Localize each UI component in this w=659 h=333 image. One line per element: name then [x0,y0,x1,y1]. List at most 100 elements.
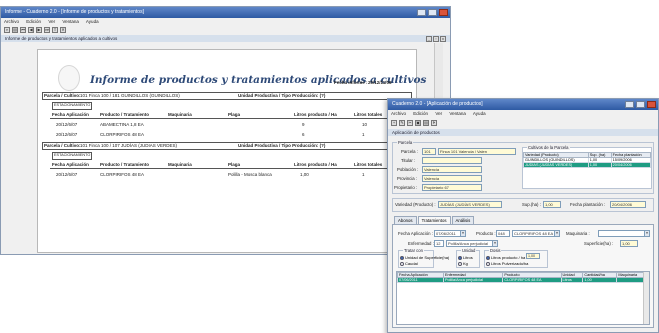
radio-litros-producto[interactable]: Litros producto / ha [486,255,525,260]
propietario-field[interactable]: Propietario 67 [422,184,482,191]
titular-label: Titular : [401,158,416,163]
fecha-plantacion-field[interactable]: 20/04/2006 [610,201,646,208]
inner-restore-button[interactable]: ▫ [433,36,439,42]
radio-litros[interactable]: Litros [458,255,473,260]
producto-code-field[interactable]: 048 [496,230,510,237]
menu-ayuda[interactable]: Ayuda [86,19,99,24]
maquinaria-select[interactable]: ▾ [598,230,650,237]
radio-kg[interactable]: Kg [458,261,468,266]
fecha-plantacion-label: Fecha plantación : [570,202,606,207]
menu-edicion[interactable]: Edición [26,19,41,24]
s2-row1-plaga: Polilla - Mosca blanca [228,172,272,177]
form-menu-archivo[interactable]: Archivo [391,111,406,116]
form-menu-ventana[interactable]: Ventana [449,111,466,116]
edit-icon[interactable]: ✎ [399,119,405,126]
grid-cell-unidad: Litros [560,277,584,283]
section-2-unidad-label: Unidad Productiva / Tipo Producción: (?) [238,143,326,148]
cultivos-row-selected[interactable]: JUDÍAS (JUDÍAS VERDES) 1,00 20/04/2006 [523,162,652,168]
chevron-down-icon[interactable]: ▾ [460,231,465,236]
form-toolbar: + ✎ ✂ ▣ ▤ ⏵ [388,118,658,127]
save-icon[interactable]: ▣ [415,119,421,126]
chevron-down-icon[interactable]: ▾ [554,231,559,236]
form-menubar: Archivo Edición Ver Ventana Ayuda [388,110,658,117]
table-row[interactable]: 07/06/2011 Polilla/Anca perjudicial CLOR… [397,277,649,283]
parcela-name-field[interactable]: Finca 101 Valencia / Valen [438,148,516,155]
radio-litros-producto-label: Litros producto / ha [491,255,526,260]
s1-row1-litros-ha: 9 [302,122,305,127]
print-icon[interactable]: ▤ [423,119,429,126]
menu-archivo[interactable]: Archivo [4,19,19,24]
cultivos-group: Cultivos de la Parcela Variedad (Product… [522,145,652,189]
fecha-aplicacion-field[interactable]: 07/06/2011 ▾ [434,230,466,237]
minimize-button[interactable] [417,9,426,16]
last-page-icon[interactable]: ⏭ [44,26,50,33]
close-icon[interactable]: ✕ [60,26,66,33]
menu-ver[interactable]: Ver [48,19,55,24]
sup-label: Sup.(ha) : [522,202,541,207]
report-menubar: Archivo Edición Ver Ventana Ayuda [1,18,450,25]
col-plaga-2: Plaga [228,162,241,167]
poblacion-field[interactable]: Valencia [422,166,482,173]
form-menu-ayuda[interactable]: Ayuda [473,111,486,116]
report-date-value: 20/12/11/06 [368,80,392,85]
col-maquinaria-2: Maquinaria [168,162,192,167]
prev-page-icon[interactable]: ◀ [28,26,34,33]
print-icon[interactable]: ▤ [12,26,18,33]
variedad-field[interactable]: JUDÍAS (JUDÍAS VERDES) [438,201,502,208]
form-minimize-button[interactable] [625,101,634,108]
radio-on-icon [486,255,490,260]
propietario-label: Propietario : [394,185,418,190]
tab-tratamientos[interactable]: Tratamientos [417,216,451,224]
producto-select[interactable]: CLORPIRIFOS 48 EA ▾ [512,230,560,237]
titular-field[interactable] [422,157,482,164]
cultivos-group-title: Cultivos de la Parcela [527,145,570,150]
report-window-title: Informe - Cuaderno 2.0 - [Informe de pro… [5,9,144,15]
radio-caudal[interactable]: Caudal [400,261,418,266]
menu-ventana[interactable]: Ventana [62,19,79,24]
inner-minimize-button[interactable]: _ [426,36,432,42]
s2-row1-litros-tot: 1 [362,172,365,177]
report-tab-label[interactable]: Informe de productos y tratamientos apli… [5,36,117,41]
exit-icon[interactable]: ⏵ [431,119,437,126]
tabs: Abonos Tratamientos Análisis [394,216,475,224]
form-tab-label[interactable]: Aplicación de productos [392,130,440,135]
fecha-aplicacion-label: Fecha Aplicación : [398,231,433,236]
enfermedad-select[interactable]: Polilla/Anca perjudicial ▾ [446,240,498,247]
inner-close-button[interactable]: x [440,36,446,42]
form-close-button[interactable] [647,101,656,108]
zoom-icon[interactable]: ⌕ [4,26,10,33]
provincia-field[interactable]: Valencia [422,175,482,182]
close-button[interactable] [439,9,448,16]
tratamientos-grid: Fecha Aplicación Enfermedad Producto Uni… [396,271,650,325]
enfermedad-code-field[interactable]: 12 [434,240,444,247]
report-logo [58,65,80,91]
radio-unidad-superficie[interactable]: Unidad de Superficie(ha) [400,255,449,260]
form-menu-edicion[interactable]: Edición [413,111,428,116]
sup-field[interactable]: 1,00 [543,201,561,208]
grid-scrollbar[interactable] [643,272,649,324]
form-maximize-button[interactable] [636,101,645,108]
maximize-button[interactable] [428,9,437,16]
dosis-field[interactable]: 1,00 [526,253,540,259]
first-page-icon[interactable]: ⏮ [20,26,26,33]
s2-row1-fecha: 20/12/6/07 [56,172,78,177]
tab-abonos[interactable]: Abonos [394,216,417,224]
cut-icon[interactable]: ✂ [407,119,413,126]
col-litros-tot-2: Litros totales [354,162,383,167]
next-page-icon[interactable]: ▶ [36,26,42,33]
superficie-label: Superficie(ha) : [584,241,614,246]
cultivos-row2-variedad: JUDÍAS (JUDÍAS VERDES) [523,162,589,168]
tab-analisis[interactable]: Análisis [451,216,475,224]
col-producto-1: Producto / Tratamiento [100,112,150,117]
parcela-code-field[interactable]: 101 [422,148,436,155]
variedad-label: Variedad (Producto) : [395,202,436,207]
superficie-field[interactable]: 1,00 [620,240,638,247]
radio-litros-pulverizado[interactable]: Litros Pulverizado/ha [486,261,528,266]
form-menu-ver[interactable]: Ver [435,111,442,116]
new-icon[interactable]: + [391,119,397,126]
tratar-title: Tratar con [403,248,424,253]
maquinaria-label: Maquinaria : [566,231,590,236]
export-icon[interactable]: ⇪ [52,26,58,33]
chevron-down-icon[interactable]: ▾ [644,231,649,236]
chevron-down-icon[interactable]: ▾ [492,241,497,246]
